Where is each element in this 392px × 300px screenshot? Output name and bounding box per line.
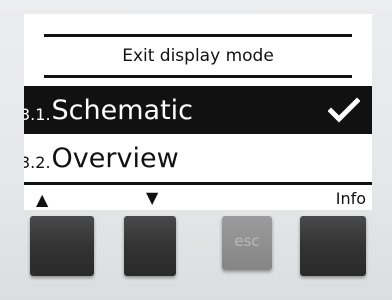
menu-item-label: Schematic	[51, 94, 194, 126]
info-button[interactable]	[300, 216, 366, 276]
title-bottom-rule	[44, 75, 352, 78]
menu-item-overview[interactable]: 3.2. Overview	[24, 134, 372, 182]
info-softkey-label: Info	[335, 189, 366, 208]
down-button[interactable]	[124, 216, 176, 276]
up-button[interactable]	[30, 216, 94, 276]
menu-item-schematic[interactable]: 3.1. Schematic	[24, 86, 372, 134]
up-arrow-icon: ▲	[36, 190, 49, 209]
title-top-rule	[44, 34, 352, 37]
softkey-bar: ▲ ▼ Info	[24, 182, 372, 210]
menu-item-label: Overview	[51, 142, 179, 174]
screen-title: Exit display mode	[122, 46, 274, 66]
checkmark-icon	[328, 97, 360, 123]
esc-button[interactable]: esc	[222, 216, 272, 270]
lcd-screen: Exit display mode 3.1. Schematic 3.2. Ov…	[24, 14, 372, 210]
esc-label: esc	[234, 232, 260, 250]
down-arrow-icon: ▼	[146, 188, 159, 207]
menu-item-number: 3.1.	[24, 104, 51, 124]
menu-item-number: 3.2.	[24, 152, 51, 172]
